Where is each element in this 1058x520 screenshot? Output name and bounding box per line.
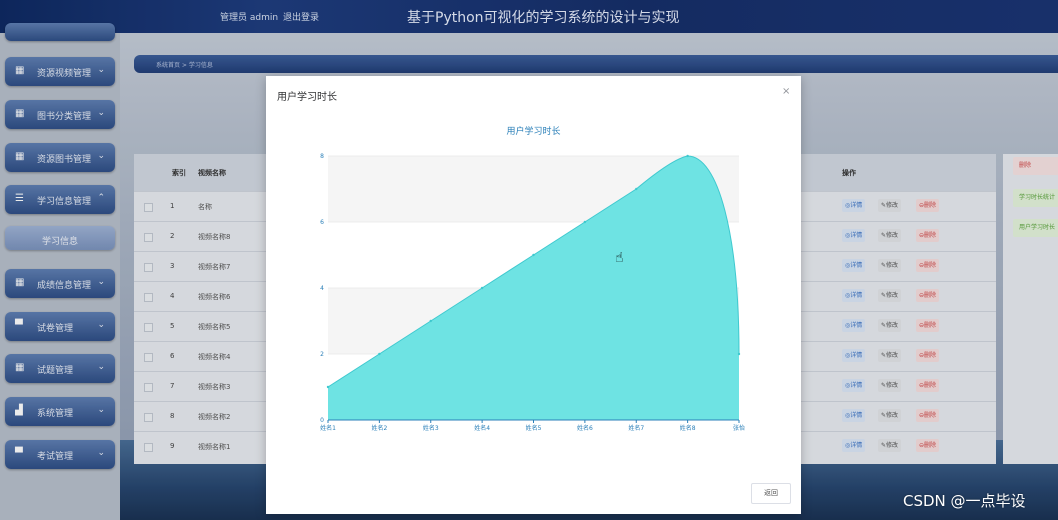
x-tick-label: 姓名2 <box>371 424 387 432</box>
y-tick-label: 2 <box>320 351 324 358</box>
x-tick-label: 姓名5 <box>526 424 542 432</box>
watermark: CSDN @一点毕设 <box>903 492 1026 510</box>
dialog-title: 用户学习时长 <box>277 92 337 103</box>
data-point-张怡 <box>737 352 741 356</box>
data-point-姓名1 <box>326 385 330 389</box>
y-tick-label: 0 <box>320 417 324 424</box>
close-icon[interactable]: × <box>782 86 790 97</box>
chart-title: 用户学习时长 <box>506 125 560 137</box>
data-point-姓名8 <box>686 154 689 158</box>
x-tick-label: 姓名3 <box>423 424 439 432</box>
y-tick-label: 6 <box>320 219 324 226</box>
back-button[interactable]: 返回 <box>751 483 791 504</box>
data-point-姓名6 <box>583 220 587 224</box>
hand-cursor-icon: ☝ <box>615 250 624 266</box>
data-point-姓名5 <box>532 253 535 257</box>
chart-dialog: 用户学习时长 × 用户学习时长 0 2 4 6 8 姓名1 姓名2 姓名3 姓名4 姓名5 姓名6 姓名… <box>266 76 801 514</box>
x-tick-label: 姓名6 <box>577 424 593 432</box>
y-tick-label: 8 <box>320 153 324 160</box>
data-point-姓名4 <box>480 286 484 290</box>
data-point-姓名7 <box>635 187 638 191</box>
x-tick-label: 姓名7 <box>628 424 644 432</box>
y-tick-label: 4 <box>320 285 324 292</box>
data-point-姓名2 <box>378 352 381 356</box>
study-time-chart: 用户学习时长 0 2 4 6 8 姓名1 姓名2 姓名3 姓名4 姓名5 姓名6 姓名7 姓名8 张怡 <box>320 125 745 432</box>
data-point-姓名3 <box>429 319 432 323</box>
x-tick-label: 姓名1 <box>320 424 336 432</box>
x-tick-label: 张怡 <box>733 424 745 432</box>
x-tick-label: 姓名4 <box>474 424 490 432</box>
x-tick-label: 姓名8 <box>680 424 696 432</box>
